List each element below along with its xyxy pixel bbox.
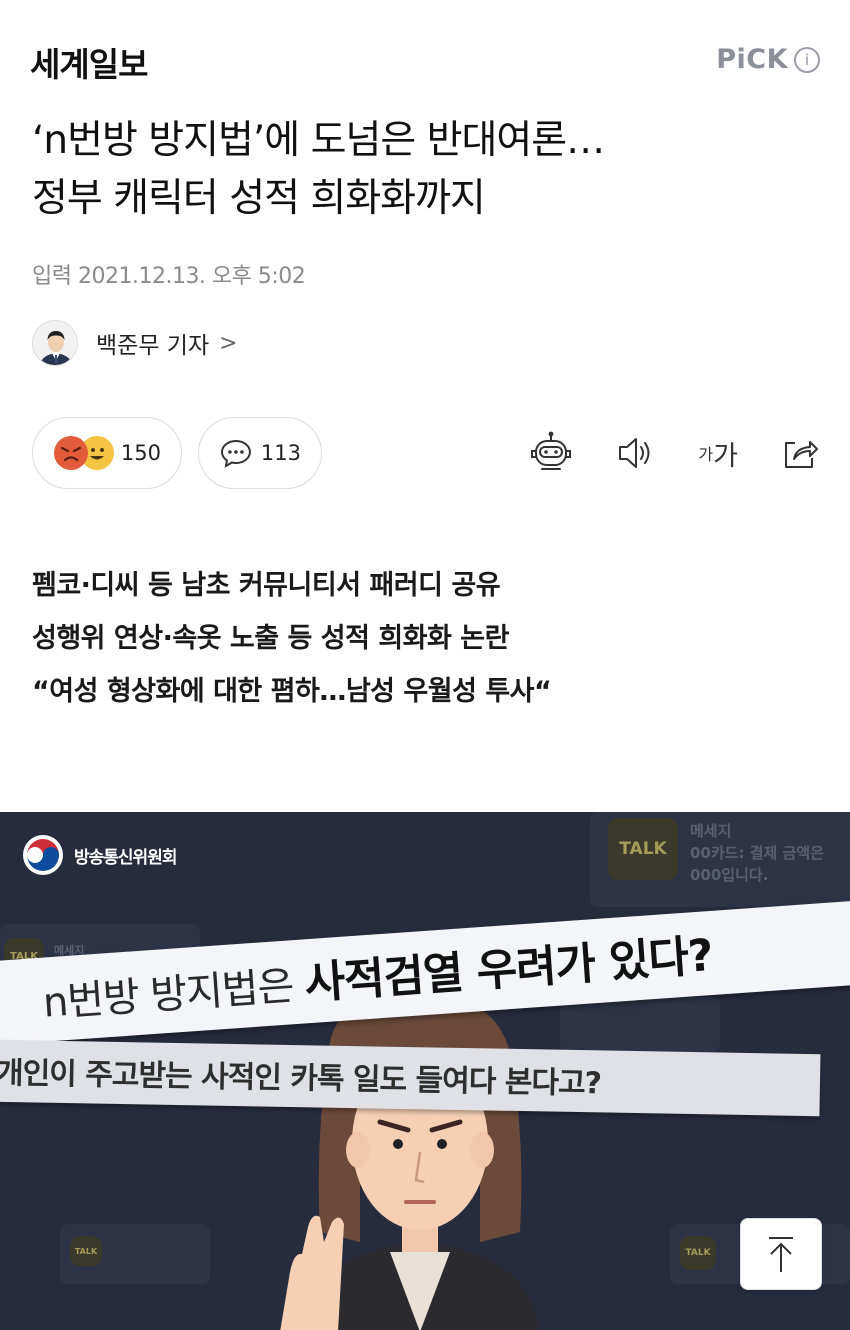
robot-icon	[531, 431, 572, 470]
chevron-right-icon: >	[219, 330, 238, 356]
banner-sub-text: 개인이 주고받는 사적인 카톡 일도 들여다 본다고?	[0, 1055, 602, 1102]
speaker-icon	[619, 438, 650, 468]
banner-prefix: n번방 방지법은	[41, 962, 307, 1027]
info-icon[interactable]: i	[794, 46, 820, 73]
message-line: 00카드: 결제 금액은	[690, 844, 824, 862]
pick-label: PiCK	[716, 44, 788, 75]
message-card-text: 메세지 00카드: 결제 금액은 000입니다.	[690, 820, 824, 886]
comment-button[interactable]: 113	[198, 417, 322, 489]
article-subheadings: 펨코·디씨 등 남초 커뮤니티서 패러디 공유 성행위 연상·속옷 노출 등 성…	[32, 559, 552, 718]
sub-banner: 개인이 주고받는 사적인 카톡 일도 들여다 본다고?	[0, 1039, 821, 1117]
emoji-count: 150	[120, 441, 161, 465]
article-headline: ‘n번방 방지법’에 도넘은 반대여론… 정부 캐릭터 성적 희화화까지	[32, 112, 822, 228]
message-title: 메세지	[690, 822, 732, 840]
arrow-up-icon	[769, 1237, 793, 1272]
subheading-line: 펨코·디씨 등 남초 커뮤니티서 패러디 공유	[32, 570, 501, 601]
banner-bold: 사적검열 우려가 있다?	[303, 929, 715, 1010]
font-size-button[interactable]: 가가	[698, 428, 738, 478]
reporter-avatar	[32, 320, 78, 366]
headline-line: ‘n번방 방지법’에 도넘은 반대여론…	[32, 118, 605, 163]
text-to-speech-button[interactable]	[616, 428, 656, 478]
article-tools: 가가	[528, 428, 820, 478]
reporter-link[interactable]: 백준무 기자 >	[32, 319, 238, 367]
taegeuk-icon	[23, 835, 63, 875]
article-image: TALK 메세지 00카드: 결제 금액은 000입니다. TALK 메세지 T…	[0, 812, 850, 1330]
kcc-logo: 방송통신위원회	[22, 834, 177, 876]
kcc-name: 방송통신위원회	[74, 847, 177, 868]
headline-line: 정부 캐릭터 성적 희화화까지	[32, 176, 486, 221]
talk-icon: TALK	[680, 1236, 716, 1270]
scroll-to-top-button[interactable]	[740, 1218, 822, 1290]
emoji-reaction-button[interactable]: 150	[32, 417, 182, 489]
summary-bot-button[interactable]	[528, 428, 574, 478]
pick-badge[interactable]: PiCK i	[716, 44, 820, 75]
font-small-glyph: 가	[698, 445, 714, 464]
reaction-emojis	[53, 435, 114, 471]
talk-icon: TALK	[608, 818, 678, 880]
reaction-bar: 150 113	[32, 417, 322, 489]
subheading-line: 성행위 연상·속옷 노출 등 성적 희화화 논란	[32, 623, 509, 654]
top-header: 세계일보 PiCK i	[0, 0, 850, 110]
site-logo[interactable]: 세계일보	[30, 38, 148, 86]
angry-emoji-icon	[54, 436, 88, 470]
reporter-name: 백준무 기자	[96, 333, 210, 359]
comment-count: 113	[260, 441, 301, 465]
share-button[interactable]	[780, 428, 820, 478]
font-large-glyph: 가	[713, 440, 738, 472]
share-icon	[785, 441, 818, 468]
message-line: 000입니다.	[690, 866, 769, 884]
article-date: 입력 2021.12.13. 오후 5:02	[32, 264, 306, 289]
talk-icon: TALK	[70, 1236, 102, 1266]
subheading-line: “여성 형상화에 대한 폄하…남성 우월성 투사“	[32, 676, 552, 707]
comment-icon	[220, 440, 251, 468]
